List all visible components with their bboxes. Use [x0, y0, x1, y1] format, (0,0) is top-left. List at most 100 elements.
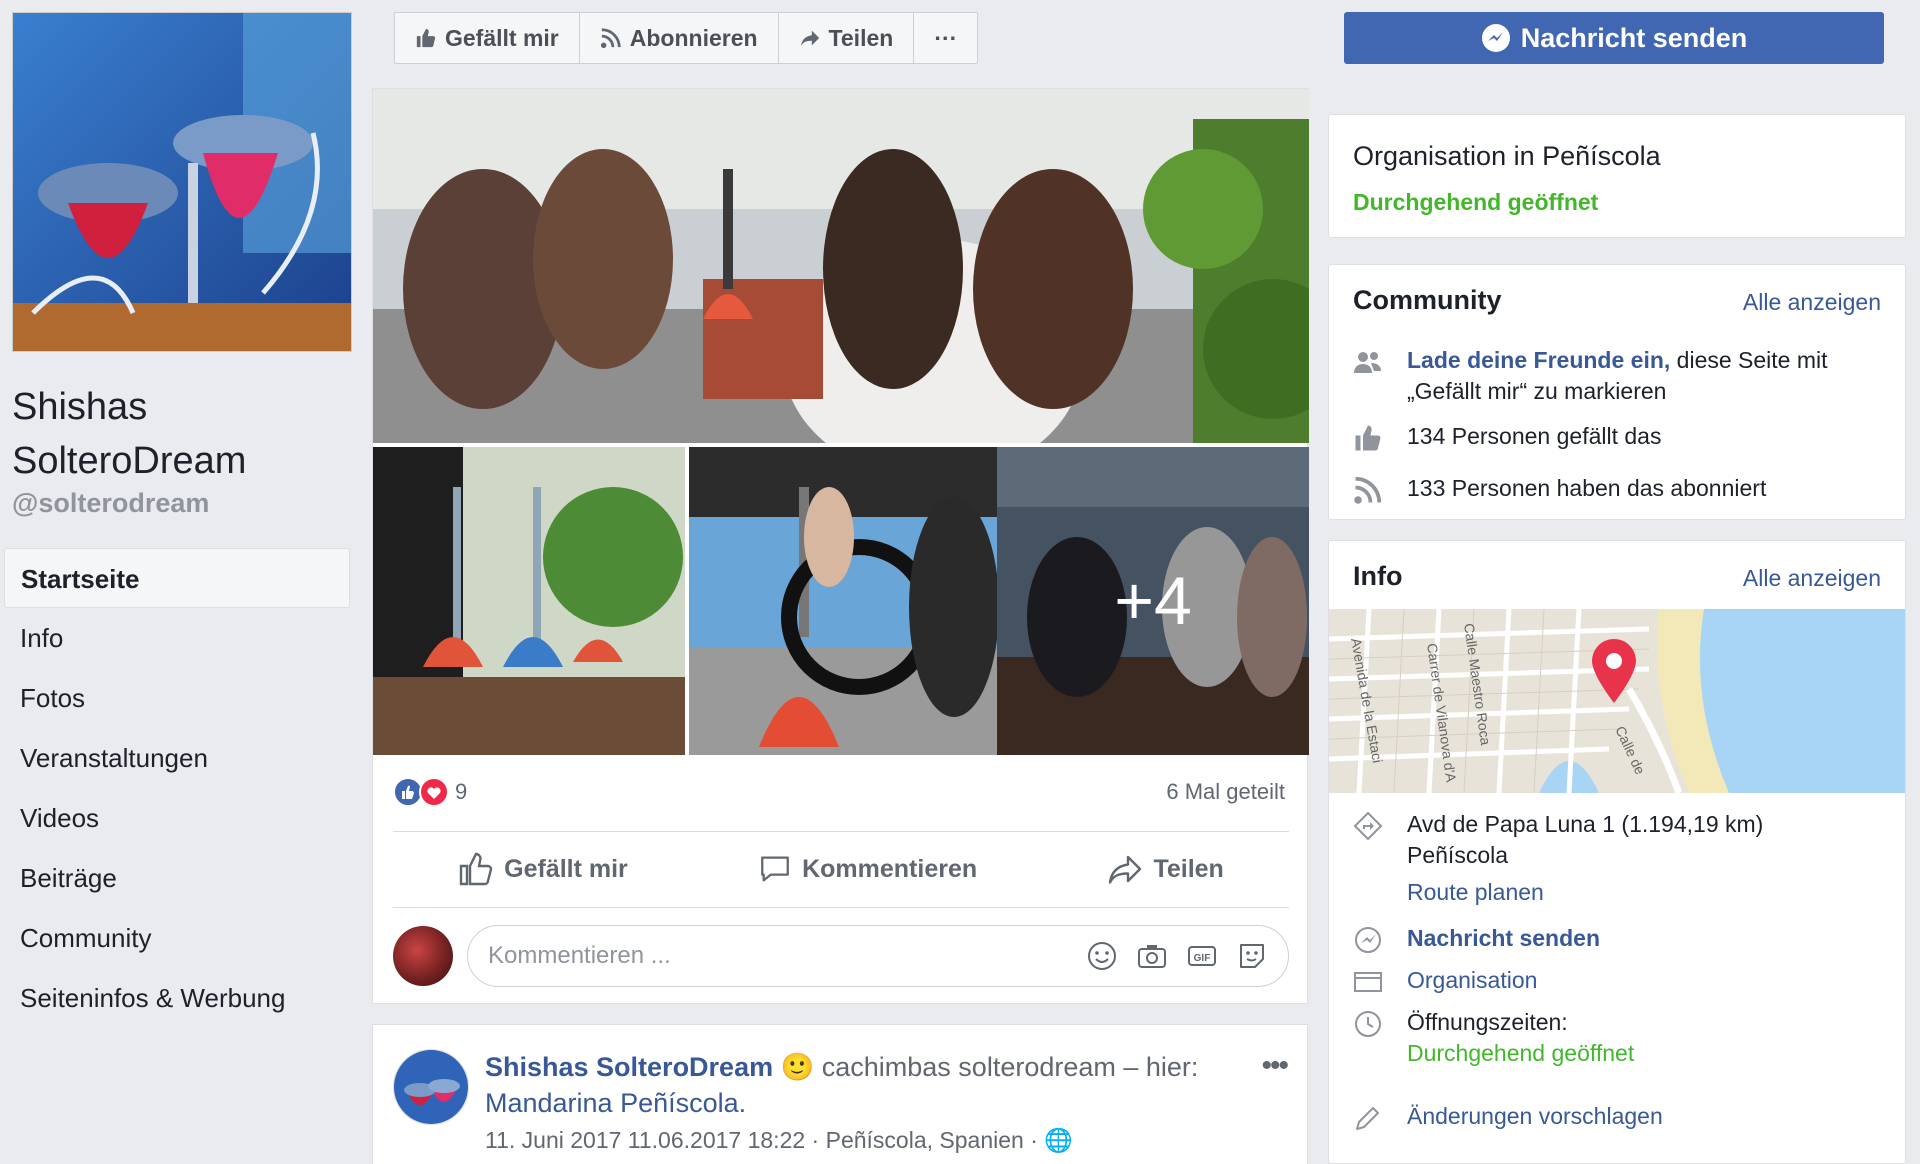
post-options-button[interactable]: ••• [1261, 1049, 1288, 1083]
more-options-label: ··· [934, 24, 958, 51]
flag-icon [1354, 972, 1382, 992]
author-avatar[interactable] [393, 1049, 469, 1125]
follows-row: 133 Personen haben das abonniert [1353, 473, 1883, 505]
follows-count[interactable]: 133 Personen haben das abonniert [1407, 473, 1766, 504]
divider [393, 831, 1289, 832]
address-line2: Peñíscola [1407, 842, 1509, 868]
page-profile-photo[interactable] [12, 12, 352, 352]
address-text: Avd de Papa Luna 1 (1.194,19 km) Peñísco… [1407, 809, 1763, 908]
post-photo-main[interactable] [373, 89, 1309, 443]
clock-icon [1355, 1011, 1381, 1037]
like-page-button[interactable]: Gefällt mir [395, 13, 580, 63]
post-share-button[interactable]: Teilen [1107, 851, 1224, 887]
community-see-all-link[interactable]: Alle anzeigen [1743, 289, 1881, 316]
send-message-label: Nachricht senden [1520, 22, 1748, 53]
hours-row: Öffnungszeiten: Durchgehend geöffnet [1353, 1007, 1883, 1069]
rss-icon [1354, 476, 1382, 504]
sidebar-message-link[interactable]: Nachricht senden [1407, 923, 1600, 954]
post-like-label: Gefällt mir [504, 854, 628, 883]
meta-separator: · [805, 1127, 826, 1153]
like-page-label: Gefällt mir [445, 24, 559, 51]
page-title[interactable]: Shishas SolteroDream [12, 380, 352, 488]
page-handle[interactable]: @solterodream [12, 488, 209, 519]
post-comment-button[interactable]: Kommentieren [758, 852, 977, 886]
nav-item-videos[interactable]: Videos [4, 788, 350, 848]
follow-page-button[interactable]: Abonnieren [580, 13, 779, 63]
post-comment-label: Kommentieren [802, 854, 978, 883]
post-timestamp[interactable]: 11. Juni 2017 11.06.2017 18:22 [485, 1127, 805, 1153]
community-title: Community [1353, 285, 1502, 315]
route-planner-link[interactable]: Route planen [1407, 877, 1763, 908]
more-options-button[interactable]: ··· [914, 13, 977, 63]
rss-icon [600, 28, 621, 49]
post-location[interactable]: Peñíscola, Spanien [826, 1127, 1024, 1153]
message-row: Nachricht senden [1353, 923, 1883, 955]
comment-bubble-icon [761, 856, 789, 882]
globe-icon[interactable]: 🌐 [1044, 1127, 1073, 1153]
post-author-link[interactable]: Shishas SolteroDream [485, 1052, 773, 1082]
post-action-bar: Gefällt mir Kommentieren Teilen [393, 833, 1289, 905]
category-link[interactable]: Organisation [1407, 965, 1537, 996]
likes-count[interactable]: 134 Personen gefällt das [1407, 421, 1661, 452]
reaction-count: 9 [455, 779, 468, 804]
messenger-outline-icon [1355, 927, 1381, 953]
page-category[interactable]: Organisation in Peñíscola [1353, 141, 1661, 172]
nav-item-veranstaltungen[interactable]: Veranstaltungen [4, 728, 350, 788]
page-title-line1: Shishas [12, 386, 148, 428]
post-like-button[interactable]: Gefällt mir [458, 851, 628, 887]
info-see-all-link[interactable]: Alle anzeigen [1743, 565, 1881, 592]
share-page-button[interactable]: Teilen [779, 13, 915, 63]
post-header-text: Shishas SolteroDream 🙂 cachimbas soltero… [485, 1049, 1225, 1121]
post-photo-3[interactable] [689, 447, 1001, 755]
category-card: Organisation in Peñíscola Durchgehend ge… [1328, 114, 1906, 238]
likes-row: 134 Personen gefällt das [1353, 421, 1883, 453]
invite-friends-icon [1354, 352, 1381, 373]
comment-composer: Kommentieren ... GIF [393, 925, 1289, 987]
page-nav: Startseite Info Fotos Veranstaltungen Vi… [4, 548, 350, 1028]
thumbs-up-icon [416, 28, 436, 48]
address-line1: Avd de Papa Luna 1 (1.194,19 km) [1407, 811, 1764, 837]
svg-text:GIF: GIF [1194, 953, 1211, 964]
page-title-line2: SolteroDream [12, 440, 247, 482]
smiley-icon: 🙂 [780, 1052, 815, 1082]
info-card: Info Alle anzeigen Avenida de la Estaci … [1328, 540, 1906, 1164]
comment-tools: GIF [1086, 940, 1268, 972]
emoji-icon[interactable] [1086, 940, 1118, 972]
open-status: Durchgehend geöffnet [1353, 189, 1599, 215]
hours-value: Durchgehend geöffnet [1407, 1040, 1635, 1066]
camera-icon[interactable] [1136, 940, 1168, 972]
love-reaction-icon [419, 777, 449, 807]
hours-label: Öffnungszeiten: [1407, 1009, 1568, 1035]
post-place-link[interactable]: Mandarina Peñíscola. [485, 1088, 746, 1118]
nav-item-seiteninfos[interactable]: Seiteninfos & Werbung [4, 968, 350, 1028]
nav-item-community[interactable]: Community [4, 908, 350, 968]
category-row: Organisation [1353, 965, 1883, 997]
invite-friends-text: Lade deine Freunde ein, diese Seite mit … [1407, 345, 1883, 407]
sticker-icon[interactable] [1236, 940, 1268, 972]
photo-post: +4 9 6 Mal geteilt Gefällt mir Kommentie… [372, 88, 1309, 1004]
nav-item-info[interactable]: Info [4, 608, 350, 668]
text-post: Shishas SolteroDream 🙂 cachimbas soltero… [372, 1024, 1308, 1164]
send-message-button[interactable]: Nachricht senden [1344, 12, 1884, 64]
post-photo-2[interactable] [373, 447, 685, 755]
post-share-label: Teilen [1153, 854, 1224, 883]
more-photos-overlay[interactable]: +4 [997, 447, 1309, 755]
meta-separator: · [1023, 1127, 1045, 1153]
post-photo-4[interactable]: +4 [997, 447, 1309, 755]
reaction-summary[interactable]: 9 [393, 777, 467, 807]
commenter-avatar[interactable] [393, 926, 453, 986]
gif-icon[interactable]: GIF [1186, 940, 1218, 972]
invite-friends-link[interactable]: Lade deine Freunde ein, [1407, 347, 1670, 373]
nav-item-beitraege[interactable]: Beiträge [4, 848, 350, 908]
post-activity-text: cachimbas solterodream – hier: [814, 1052, 1199, 1082]
suggest-edits-link[interactable]: Änderungen vorschlagen [1407, 1101, 1663, 1132]
follow-page-label: Abonnieren [629, 24, 758, 51]
post-meta: 11. Juni 2017 11.06.2017 18:22 · Peñísco… [485, 1127, 1073, 1154]
share-arrow-outline-icon [1109, 855, 1142, 884]
nav-item-fotos[interactable]: Fotos [4, 668, 350, 728]
comment-input[interactable]: Kommentieren ... GIF [467, 925, 1289, 987]
location-map[interactable]: Avenida de la Estaci Carrer de Vilanova … [1329, 609, 1905, 793]
share-count[interactable]: 6 Mal geteilt [1166, 779, 1285, 805]
nav-item-startseite[interactable]: Startseite [4, 548, 350, 608]
info-title: Info [1353, 561, 1403, 591]
